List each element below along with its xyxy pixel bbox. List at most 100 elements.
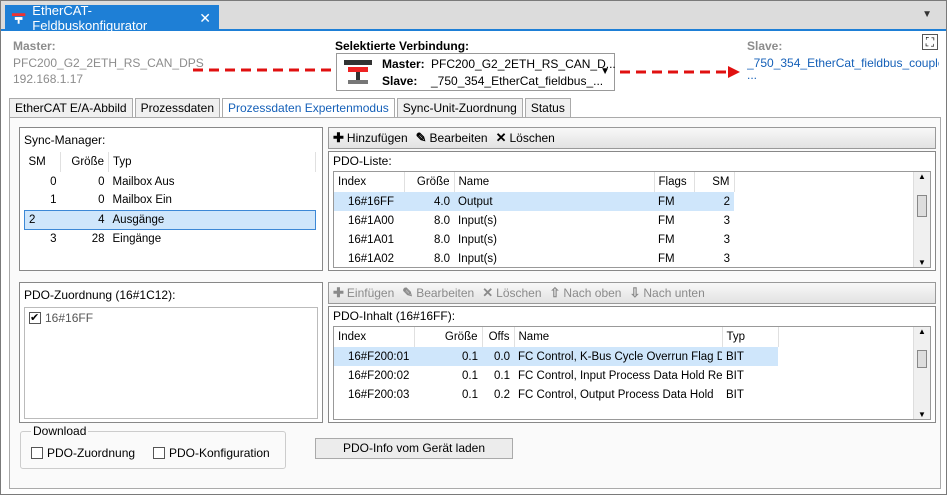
pdo-assignment-list: 16#16FF — [24, 307, 318, 419]
close-icon[interactable]: ✕ — [199, 10, 211, 27]
filler-cell — [778, 366, 914, 385]
add-button[interactable]: ✚ Hinzufügen — [333, 130, 408, 146]
sm-cell: 3 — [723, 233, 730, 246]
pdo-content-grid: Index Größe Offs Name Typ 16#F200:01 0.1 0.0 FC… — [333, 326, 931, 420]
table-row[interactable]: 1 0 Mailbox Ein — [25, 191, 316, 210]
table-row-selected[interactable]: 16#16FF 4.0 Output FM 2 — [334, 192, 914, 211]
type-cell: BIT — [726, 388, 744, 401]
type-header[interactable]: Typ — [108, 152, 316, 172]
slave-heading: Slave: — [747, 39, 783, 53]
type-header[interactable]: Typ — [722, 327, 779, 347]
selection-master-label: Master: — [382, 57, 425, 71]
document-tab[interactable]: EtherCAT-Feldbuskonfigurator ✕ — [5, 3, 219, 33]
scroll-down-icon[interactable]: ▼ — [914, 258, 930, 267]
type-cell: Mailbox Ein — [112, 194, 172, 207]
pdo-assignment-download-option[interactable]: PDO-Zuordnung — [31, 446, 135, 460]
offset-header[interactable]: Offs — [482, 327, 515, 347]
tab-io-image[interactable]: EtherCAT E/A-Abbild — [9, 98, 133, 117]
scroll-down-icon[interactable]: ▼ — [914, 410, 930, 419]
tab-process-data[interactable]: Prozessdaten — [134, 98, 220, 117]
index-header[interactable]: Index — [334, 327, 415, 347]
pdo-list-title: PDO-Liste: — [333, 154, 392, 168]
editor-tabs: EtherCAT E/A-Abbild Prozessdaten Prozess… — [9, 98, 573, 118]
chevron-down-icon[interactable]: ▼ — [600, 66, 610, 77]
maximize-icon[interactable]: ⛶ — [922, 34, 938, 50]
index-cell: 16#16FF — [334, 192, 404, 211]
size-cell: 4 — [60, 209, 109, 230]
scroll-thumb[interactable] — [917, 195, 927, 217]
edit-button[interactable]: ✎ Bearbeiten — [416, 130, 488, 146]
pdo-config-download-checkbox[interactable] — [153, 447, 165, 459]
table-row[interactable]: 16#F200:02 0.1 0.1 FC Control, Input Proces… — [334, 366, 914, 385]
index-header[interactable]: Index — [334, 172, 405, 192]
sm-cell: 2 — [24, 209, 61, 230]
master-connection-arrow — [193, 68, 331, 72]
pencil-icon: ✎ — [415, 130, 427, 145]
table-row[interactable]: 16#F200:03 0.1 0.2 FC Control, Output Proce… — [334, 385, 914, 404]
size-header[interactable]: Größe — [60, 152, 109, 172]
scroll-thumb[interactable] — [917, 350, 927, 368]
offset-cell: 0.1 — [494, 369, 510, 382]
filler-cell — [734, 249, 914, 267]
name-header[interactable]: Name — [514, 327, 723, 347]
size-header[interactable]: Größe — [414, 327, 483, 347]
move-down-button[interactable]: ⇩ Nach unten — [629, 285, 704, 301]
pdo-list-scrollbar[interactable]: ▲ ▼ — [913, 172, 930, 267]
index-cell: 16#F200:01 — [334, 347, 414, 366]
sm-header[interactable]: SM — [694, 172, 735, 192]
plus-icon: ✚ — [333, 285, 344, 300]
sm-cell: 3 — [50, 232, 57, 245]
size-cell: 0 — [98, 175, 105, 188]
tab-sync-unit-assignment[interactable]: Sync-Unit-Zuordnung — [396, 98, 523, 117]
filler-cell — [734, 211, 914, 230]
slave-connection-arrow — [620, 66, 740, 78]
pdo-content-scrollbar[interactable]: ▲ ▼ — [913, 327, 930, 419]
table-row[interactable]: 0 0 Mailbox Aus — [25, 172, 316, 191]
edit-button[interactable]: ✎ Bearbeiten — [402, 285, 474, 301]
size-cell: 0 — [98, 194, 105, 207]
type-cell: Eingänge — [112, 232, 162, 245]
list-item[interactable]: 16#16FF — [25, 308, 317, 328]
table-row[interactable]: 16#1A00 8.0 Input(s) FM 3 — [334, 211, 914, 230]
scroll-up-icon[interactable]: ▲ — [914, 327, 930, 336]
pdo-assignment-download-checkbox[interactable] — [31, 447, 43, 459]
size-cell: 0.1 — [462, 369, 478, 382]
table-row-selected[interactable]: 2 4 Ausgänge — [24, 209, 316, 230]
table-row[interactable]: 16#1A01 8.0 Input(s) FM 3 — [334, 230, 914, 249]
sm-header[interactable]: SM — [24, 152, 61, 172]
tab-process-data-expert[interactable]: Prozessdaten Expertenmodus — [222, 98, 395, 118]
sync-manager-panel: Sync-Manager: SM Größe Typ 0 0 Mailbox Aus 1… — [19, 127, 323, 271]
pdo-list-panel: PDO-Liste: Index Größe Name Flags SM 16#16FF… — [328, 151, 936, 271]
size-cell: 28 — [91, 232, 105, 245]
pdo-assignment-checkbox[interactable] — [29, 311, 41, 324]
tab-status[interactable]: Status — [524, 98, 571, 117]
slave-name-more: ... — [747, 68, 758, 82]
move-up-button[interactable]: ⇧ Nach oben — [550, 285, 622, 301]
tab-list-dropdown-icon[interactable]: ▼ — [922, 9, 932, 20]
filler-cell — [734, 192, 914, 211]
scroll-up-icon[interactable]: ▲ — [914, 172, 930, 181]
selection-slave-value: _750_354_EtherCat_fieldbus_... — [431, 74, 604, 88]
insert-button[interactable]: ✚ Einfügen — [333, 285, 394, 301]
table-row[interactable]: 16#1A02 8.0 Input(s) FM 3 — [334, 249, 914, 267]
sm-cell: 0 — [50, 175, 57, 188]
table-row[interactable]: 3 28 Eingänge — [25, 229, 316, 248]
flags-header[interactable]: Flags — [654, 172, 695, 192]
table-row-selected[interactable]: 16#F200:01 0.1 0.0 FC Control, K-Bus Cycle … — [334, 347, 914, 366]
pdo-config-download-label: PDO-Konfiguration — [169, 446, 270, 460]
delete-button[interactable]: ✕ Löschen — [482, 285, 541, 301]
size-header[interactable]: Größe — [404, 172, 455, 192]
index-cell: 16#1A00 — [348, 214, 395, 227]
pdo-config-download-option[interactable]: PDO-Konfiguration — [153, 446, 270, 460]
plus-icon: ✚ — [333, 130, 344, 145]
connection-selector[interactable]: Master: PFC200_G2_2ETH_RS_CAN_D... Slave… — [336, 53, 616, 91]
type-cell: Mailbox Aus — [112, 175, 175, 188]
delete-button[interactable]: ✕ Löschen — [496, 130, 555, 146]
type-cell: BIT — [726, 369, 744, 382]
pdo-assignment-download-label: PDO-Zuordnung — [47, 446, 136, 460]
sm-cell: 2 — [694, 192, 734, 211]
name-cell: Input(s) — [458, 252, 497, 265]
name-header[interactable]: Name — [454, 172, 655, 192]
slave-name[interactable]: _750_354_EtherCat_fieldbus_coupler — [747, 56, 939, 70]
load-pdo-info-button[interactable]: PDO-Info vom Gerät laden — [315, 438, 513, 459]
